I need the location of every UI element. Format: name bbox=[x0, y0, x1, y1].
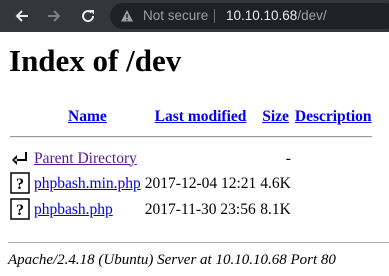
unknown-file-icon: ? bbox=[10, 172, 30, 194]
parent-description-cell bbox=[294, 147, 373, 169]
parent-directory-link[interactable]: Parent Directory bbox=[34, 150, 137, 167]
warning-icon[interactable] bbox=[120, 9, 134, 23]
sort-by-name-link[interactable]: Name bbox=[68, 108, 107, 125]
arrow-left-icon bbox=[15, 10, 28, 22]
parent-size-cell: - bbox=[285, 149, 291, 167]
separator-cell bbox=[9, 129, 373, 145]
server-signature: Apache/2.4.18 (Ubuntu) Server at 10.10.1… bbox=[8, 252, 336, 268]
parent-name-cell: Parent Directory bbox=[33, 147, 142, 169]
file-name-cell: phpbash.min.php bbox=[33, 171, 142, 195]
table-header-row: Name Last modified Size Description bbox=[9, 106, 373, 127]
divider bbox=[10, 136, 372, 138]
file-size-cell: 8.1K bbox=[260, 200, 291, 218]
url-host: 10.10.10.68 bbox=[226, 8, 298, 23]
reload-button[interactable] bbox=[76, 0, 100, 32]
description-header: Description bbox=[294, 106, 373, 127]
forward-button[interactable] bbox=[42, 0, 66, 32]
parent-directory-row: Parent Directory - bbox=[9, 147, 373, 169]
file-link[interactable]: phpbash.min.php bbox=[34, 175, 141, 192]
arrow-right-icon bbox=[48, 10, 61, 22]
address-bar[interactable]: Not secure 10.10.10.68/dev/ bbox=[110, 3, 389, 29]
last-modified-header: Last modified bbox=[144, 106, 258, 127]
file-description-cell bbox=[294, 171, 373, 195]
file-icon-cell: ? bbox=[9, 197, 31, 221]
svg-text:?: ? bbox=[16, 202, 24, 219]
sort-by-size-link[interactable]: Size bbox=[262, 108, 289, 125]
file-modified-cell: 2017-11-30 23:56 bbox=[144, 200, 256, 218]
sort-by-modified-link[interactable]: Last modified bbox=[155, 108, 247, 125]
table-row: ? phpbash.php 2017-11-30 23:56 8.1K bbox=[9, 197, 373, 221]
size-header: Size bbox=[259, 106, 292, 127]
unknown-file-icon: ? bbox=[10, 198, 30, 220]
url-text[interactable]: 10.10.10.68/dev/ bbox=[226, 8, 327, 23]
footer-divider bbox=[8, 242, 389, 243]
icon-header bbox=[9, 106, 31, 127]
table-row: ? phpbash.min.php 2017-12-04 12:21 4.6K bbox=[9, 171, 373, 195]
directory-listing-table: Name Last modified Size Description Pare… bbox=[7, 104, 375, 223]
file-icon-cell: ? bbox=[9, 171, 31, 195]
back-button[interactable] bbox=[10, 0, 34, 32]
security-status-label[interactable]: Not secure bbox=[143, 8, 208, 23]
file-modified-cell: 2017-12-04 12:21 bbox=[144, 174, 257, 192]
back-folder-icon bbox=[12, 152, 27, 165]
svg-text:?: ? bbox=[16, 176, 24, 193]
name-header: Name bbox=[33, 106, 142, 127]
file-name-cell: phpbash.php bbox=[33, 197, 142, 221]
file-link[interactable]: phpbash.php bbox=[34, 201, 113, 218]
parent-modified-cell bbox=[144, 147, 258, 169]
address-separator bbox=[214, 9, 215, 23]
url-path: /dev/ bbox=[297, 8, 327, 23]
file-description-cell bbox=[294, 197, 373, 221]
sort-by-description-link[interactable]: Description bbox=[295, 108, 372, 125]
parent-icon-cell bbox=[9, 147, 31, 169]
separator-row bbox=[9, 129, 373, 145]
page-title: Index of /dev bbox=[9, 43, 182, 78]
reload-icon bbox=[82, 10, 95, 23]
browser-toolbar: Not secure 10.10.10.68/dev/ bbox=[0, 0, 389, 32]
file-size-cell: 4.6K bbox=[260, 174, 291, 192]
